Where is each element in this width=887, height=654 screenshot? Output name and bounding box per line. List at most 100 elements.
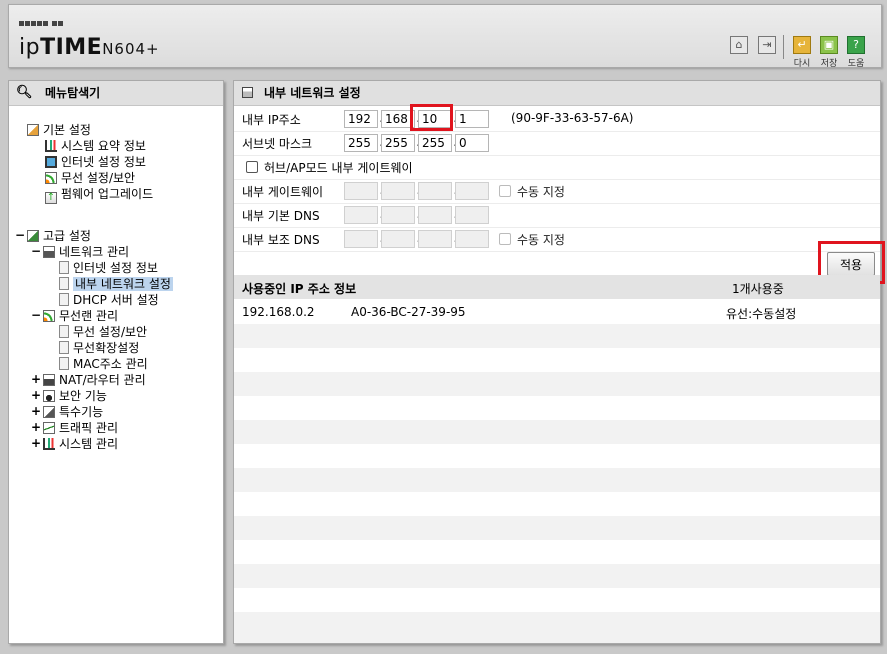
ip-list-row-empty <box>234 348 880 372</box>
gateway-manual-checkbox[interactable] <box>499 185 511 197</box>
tree-security[interactable]: 보안 기능 <box>43 388 107 404</box>
network-icon <box>43 246 55 258</box>
ip-list-row-empty <box>234 372 880 396</box>
page-icon <box>59 293 69 306</box>
header-divider <box>783 35 784 59</box>
expand-security-icon[interactable]: + <box>31 388 41 402</box>
router-icon <box>43 374 55 386</box>
primary-dns-octet-4[interactable] <box>455 206 489 224</box>
hub-ap-label: 허브/AP모드 내부 게이트웨이 <box>264 161 413 175</box>
content-panel: 내부 네트워크 설정 내부 IP주소 . . . (90-9F-33-63-57… <box>233 80 885 644</box>
expand-special-icon[interactable]: + <box>31 404 41 418</box>
tree-item-dhcp-server[interactable]: DHCP 서버 설정 <box>59 292 159 308</box>
ip-list-row-empty <box>234 420 880 444</box>
dns-manual-checkbox[interactable] <box>499 233 511 245</box>
subnet-mask-row: 서브넷 마스크 . . . <box>234 131 880 156</box>
expand-system-icon[interactable]: + <box>31 436 41 450</box>
gateway-label: 내부 게이트웨이 <box>242 185 324 199</box>
refresh-icon[interactable]: ↵ <box>793 36 811 54</box>
header-bar: ipTIMEN604+ ⌂ ⇥ ↵ 다시 ▣ 저장 ? 도움 <box>8 4 882 69</box>
internal-ip-octet-1[interactable] <box>344 110 378 128</box>
tree-item-internet-settings[interactable]: 인터넷 설정 정보 <box>59 260 158 276</box>
tree-system[interactable]: 시스템 관리 <box>43 436 118 452</box>
tree-item-mac-management[interactable]: MAC주소 관리 <box>59 356 148 372</box>
special-features-icon <box>43 406 55 418</box>
subnet-octet-3[interactable] <box>418 134 452 152</box>
gateway-octet-3[interactable] <box>418 182 452 200</box>
subnet-octet-4[interactable] <box>455 134 489 152</box>
upgrade-icon: ↑ <box>45 192 57 204</box>
wifi-icon <box>45 172 57 184</box>
gateway-octet-2[interactable] <box>381 182 415 200</box>
tree-advanced-settings[interactable]: 고급 설정 <box>27 228 91 244</box>
tree-item-internal-network[interactable]: 내부 네트워크 설정 <box>59 276 173 292</box>
page-icon <box>59 341 69 354</box>
lock-icon <box>43 390 55 402</box>
menu-explorer-label: 메뉴탐색기 <box>45 86 101 100</box>
ip-list-row-empty <box>234 324 880 348</box>
collapse-wireless-icon[interactable]: − <box>31 308 41 322</box>
page-icon <box>59 277 69 290</box>
mac-cell: A0-36-BC-27-39-95 <box>351 305 466 319</box>
tree-traffic[interactable]: 트래픽 관리 <box>43 420 118 436</box>
collapse-advanced-icon[interactable]: − <box>15 228 25 242</box>
tree-item-system-summary[interactable]: 시스템 요약 정보 <box>45 138 146 154</box>
traffic-icon <box>43 422 55 434</box>
ip-list-row-empty <box>234 564 880 588</box>
tree-basic-settings[interactable]: 기본 설정 <box>27 122 91 138</box>
gateway-octet-4[interactable] <box>455 182 489 200</box>
secondary-dns-octet-1[interactable] <box>344 230 378 248</box>
tree-wireless-management[interactable]: 무선랜 관리 <box>43 308 118 324</box>
ip-info-header: 사용중인 IP 주소 정보 1개사용중 <box>234 275 880 299</box>
primary-dns-octet-1[interactable] <box>344 206 378 224</box>
content-title: 내부 네트워크 설정 <box>264 86 361 100</box>
menu-explorer-title: 🔍︎ 메뉴탐색기 <box>9 81 223 106</box>
home-icon[interactable]: ⌂ <box>730 36 748 54</box>
page-icon <box>59 261 69 274</box>
menu-explorer-panel: 🔍︎ 메뉴탐색기 기본 설정 시스템 요약 정보 인터넷 설정 정보 무선 설정… <box>8 80 224 644</box>
help-icon[interactable]: ? <box>847 36 865 54</box>
secondary-dns-octet-2[interactable] <box>381 230 415 248</box>
tree-item-internet-info[interactable]: 인터넷 설정 정보 <box>45 154 146 170</box>
folder-icon <box>27 230 39 242</box>
primary-dns-octet-2[interactable] <box>381 206 415 224</box>
gateway-row: 내부 게이트웨이 . . . 수동 지정 <box>234 179 880 204</box>
chart-icon <box>43 438 55 450</box>
tree-item-wireless-security[interactable]: 무선 설정/보안 <box>45 170 135 186</box>
hub-ap-checkbox[interactable] <box>246 161 258 173</box>
hub-ap-row: 허브/AP모드 내부 게이트웨이 <box>234 155 880 180</box>
secondary-dns-octet-3[interactable] <box>418 230 452 248</box>
primary-dns-octet-3[interactable] <box>418 206 452 224</box>
ip-list-row-empty <box>234 468 880 492</box>
logout-icon[interactable]: ⇥ <box>758 36 776 54</box>
dns-manual-label: 수동 지정 <box>517 233 565 247</box>
tree-nat-router[interactable]: NAT/라우터 관리 <box>43 372 146 388</box>
subnet-octet-1[interactable] <box>344 134 378 152</box>
internal-ip-row: 내부 IP주소 . . . (90-9F-33-63-57-6A) <box>234 107 880 132</box>
tree-item-wireless-settings[interactable]: 무선 설정/보안 <box>59 324 147 340</box>
tree-network-management[interactable]: 네트워크 관리 <box>43 244 129 260</box>
help-label: 도움 <box>847 59 865 69</box>
secondary-dns-row: 내부 보조 DNS . . . 수동 지정 <box>234 227 880 252</box>
ip-info-count: 1개사용중 <box>732 282 784 296</box>
secondary-dns-octet-4[interactable] <box>455 230 489 248</box>
gateway-octet-1[interactable] <box>344 182 378 200</box>
ip-cell: 192.168.0.2 <box>242 305 315 319</box>
internal-ip-octet-4[interactable] <box>455 110 489 128</box>
content-title-bar: 내부 네트워크 설정 <box>234 81 880 106</box>
gateway-manual-label: 수동 지정 <box>517 185 565 199</box>
expand-traffic-icon[interactable]: + <box>31 420 41 434</box>
tree-item-wireless-extension[interactable]: 무선확장설정 <box>59 340 139 356</box>
refresh-label: 다시 <box>793 59 811 69</box>
save-icon[interactable]: ▣ <box>820 36 838 54</box>
ip-list-row-empty <box>234 492 880 516</box>
router-mac-address: (90-9F-33-63-57-6A) <box>511 111 634 125</box>
internal-ip-label: 내부 IP주소 <box>242 113 301 127</box>
brand-logo: ipTIMEN604+ <box>19 35 160 60</box>
tree-item-firmware-upgrade[interactable]: ↑ 펌웨어 업그레이드 <box>45 186 153 204</box>
chart-icon <box>45 140 57 152</box>
subnet-octet-2[interactable] <box>381 134 415 152</box>
expand-nat-icon[interactable]: + <box>31 372 41 386</box>
tree-special-features[interactable]: 특수기능 <box>43 404 103 420</box>
collapse-network-icon[interactable]: − <box>31 244 41 258</box>
